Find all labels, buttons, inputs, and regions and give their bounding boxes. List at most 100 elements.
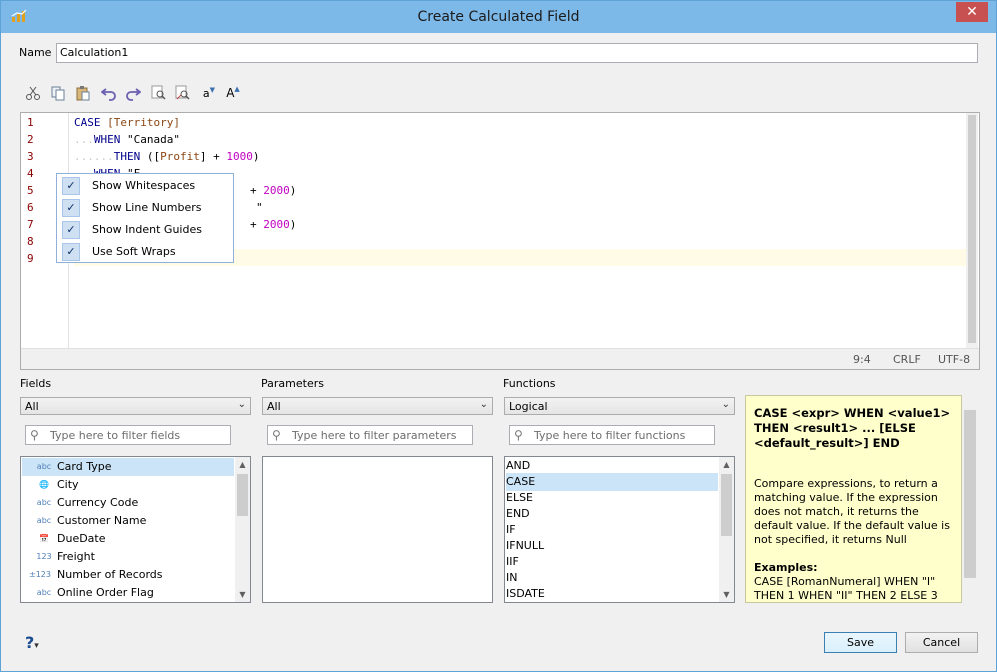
- popup-item-use-soft-wraps[interactable]: ✓ Use Soft Wraps: [58, 241, 232, 263]
- parameters-filter-placeholder: Type here to filter parameters: [292, 429, 457, 442]
- chevron-down-icon: ⌄: [721, 399, 730, 410]
- check-icon: ✓: [62, 177, 80, 195]
- uppercase-icon[interactable]: A ▲: [223, 83, 243, 103]
- list-item-label: City: [57, 478, 79, 491]
- redo-icon[interactable]: [123, 83, 143, 103]
- number-literal: 1000: [226, 150, 253, 163]
- parameters-filter-input[interactable]: ⚲ Type here to filter parameters: [267, 425, 473, 445]
- popup-item-show-whitespaces[interactable]: ✓ Show Whitespaces: [58, 175, 232, 197]
- chevron-down-icon: ▾: [34, 641, 39, 651]
- punctuation: ([: [146, 150, 161, 163]
- cut-icon[interactable]: [23, 83, 43, 103]
- string-type-icon: abc: [36, 462, 52, 471]
- whitespace-dots: ...: [74, 133, 94, 146]
- name-label: Name: [19, 46, 52, 59]
- lowercase-glyph: a: [202, 86, 210, 100]
- scroll-up-icon[interactable]: ▲: [235, 457, 250, 472]
- name-input[interactable]: Calculation1: [56, 43, 978, 63]
- list-item[interactable]: 🌐 City: [22, 476, 79, 494]
- code-line: + 2000): [250, 184, 296, 201]
- lowercase-icon[interactable]: a ▼: [199, 83, 219, 103]
- keyword: THEN: [113, 150, 141, 163]
- scrollbar-thumb[interactable]: [968, 115, 976, 343]
- list-item[interactable]: 📅 DueDate: [22, 530, 106, 548]
- line-ending[interactable]: CRLF: [893, 353, 921, 366]
- code-line: ...WHEN "Canada": [74, 133, 180, 150]
- list-item-label: Freight: [57, 550, 95, 563]
- code-line: + 2000): [250, 218, 296, 235]
- function-signature: CASE <expr> WHEN <value1> THEN <result1>…: [754, 406, 951, 450]
- cursor-position: 9:4: [853, 353, 871, 366]
- list-item[interactable]: ISDATE: [506, 585, 545, 602]
- parameters-list[interactable]: [262, 456, 493, 603]
- fields-filter-input[interactable]: ⚲ Type here to filter fields: [25, 425, 231, 445]
- scrollbar-thumb[interactable]: [964, 410, 976, 578]
- list-item-label: Number of Records: [57, 568, 163, 581]
- popup-item-label: Show Indent Guides: [92, 223, 202, 236]
- number-type-icon: 123: [36, 552, 52, 561]
- string-literal: ": [256, 201, 263, 214]
- check-icon: ✓: [62, 199, 80, 217]
- functions-scrollbar[interactable]: ▲ ▼: [719, 457, 734, 602]
- copy-icon[interactable]: [48, 83, 68, 103]
- cancel-button[interactable]: Cancel: [905, 632, 978, 653]
- fields-dropdown[interactable]: All ⌄: [20, 397, 251, 415]
- fields-label: Fields: [20, 377, 52, 390]
- chevron-down-icon: ▼: [209, 86, 216, 94]
- undo-icon[interactable]: [99, 83, 119, 103]
- operator: +: [250, 218, 264, 231]
- line-number: 1: [27, 116, 34, 129]
- help-button[interactable]: ?▾: [25, 633, 39, 652]
- scroll-down-icon[interactable]: ▼: [235, 587, 250, 602]
- examples-heading: Examples:: [754, 561, 818, 574]
- list-item[interactable]: CASE: [506, 473, 718, 491]
- close-button[interactable]: ✕: [956, 2, 988, 22]
- encoding[interactable]: UTF-8: [938, 353, 970, 366]
- search-icon: ⚲: [272, 428, 281, 442]
- list-item[interactable]: abc Online Order Flag: [22, 584, 154, 602]
- editor-scrollbar[interactable]: [966, 113, 978, 348]
- scroll-down-icon[interactable]: ▼: [719, 587, 734, 602]
- help-scrollbar[interactable]: [962, 395, 978, 603]
- punctuation: ] +: [199, 150, 227, 163]
- popup-item-show-line-numbers[interactable]: ✓ Show Line Numbers: [58, 197, 232, 219]
- functions-filter-placeholder: Type here to filter functions: [534, 429, 686, 442]
- keyword: CASE: [74, 116, 101, 129]
- fields-list[interactable]: abc Card Type 🌐 City abc Currency Code abc C…: [20, 456, 251, 603]
- number-literal: 2000: [263, 218, 290, 231]
- list-item[interactable]: 123 Freight: [22, 548, 95, 566]
- functions-dropdown[interactable]: Logical ⌄: [504, 397, 735, 415]
- code-line: ......THEN ([Profit] + 1000): [74, 150, 260, 167]
- list-item[interactable]: abc Card Type: [22, 458, 234, 476]
- line-number: 3: [27, 150, 34, 163]
- list-item[interactable]: abc Customer Name: [22, 512, 147, 530]
- list-item-label: Online Order Flag: [57, 586, 154, 599]
- list-item-label: DueDate: [57, 532, 106, 545]
- check-icon: ✓: [62, 221, 80, 239]
- function-help-panel: CASE <expr> WHEN <value1> THEN <result1>…: [745, 395, 962, 603]
- popup-item-show-indent-guides[interactable]: ✓ Show Indent Guides: [58, 219, 232, 241]
- list-item[interactable]: ±123 Number of Records: [22, 566, 163, 584]
- list-item[interactable]: abc Currency Code: [22, 494, 138, 512]
- parameters-dropdown[interactable]: All ⌄: [262, 397, 493, 415]
- save-button[interactable]: Save: [824, 632, 897, 653]
- field-ref: [Territory]: [107, 116, 180, 129]
- line-number: 9: [27, 252, 34, 265]
- keyword: WHEN: [93, 133, 121, 146]
- chevron-down-icon: ⌄: [479, 399, 488, 410]
- scroll-up-icon[interactable]: ▲: [719, 457, 734, 472]
- functions-filter-input[interactable]: ⚲ Type here to filter functions: [509, 425, 715, 445]
- example-text: CASE [RomanNumeral] WHEN "I" THEN 1 WHEN…: [754, 575, 938, 602]
- line-number: 5: [27, 184, 34, 197]
- find-icon[interactable]: [149, 83, 169, 103]
- calendar-icon: 📅: [39, 534, 49, 543]
- paste-icon[interactable]: [73, 83, 93, 103]
- scrollbar-thumb[interactable]: [721, 474, 732, 536]
- popup-item-label: Show Whitespaces: [92, 179, 196, 192]
- fields-scrollbar[interactable]: ▲ ▼: [235, 457, 250, 602]
- calculated-number-icon: ±123: [29, 570, 51, 579]
- scrollbar-thumb[interactable]: [237, 474, 248, 516]
- popup-item-label: Show Line Numbers: [92, 201, 202, 214]
- replace-icon[interactable]: [173, 83, 193, 103]
- functions-list[interactable]: AND CASE ELSE END IF IFNULL IIF IN ISDAT…: [504, 456, 735, 603]
